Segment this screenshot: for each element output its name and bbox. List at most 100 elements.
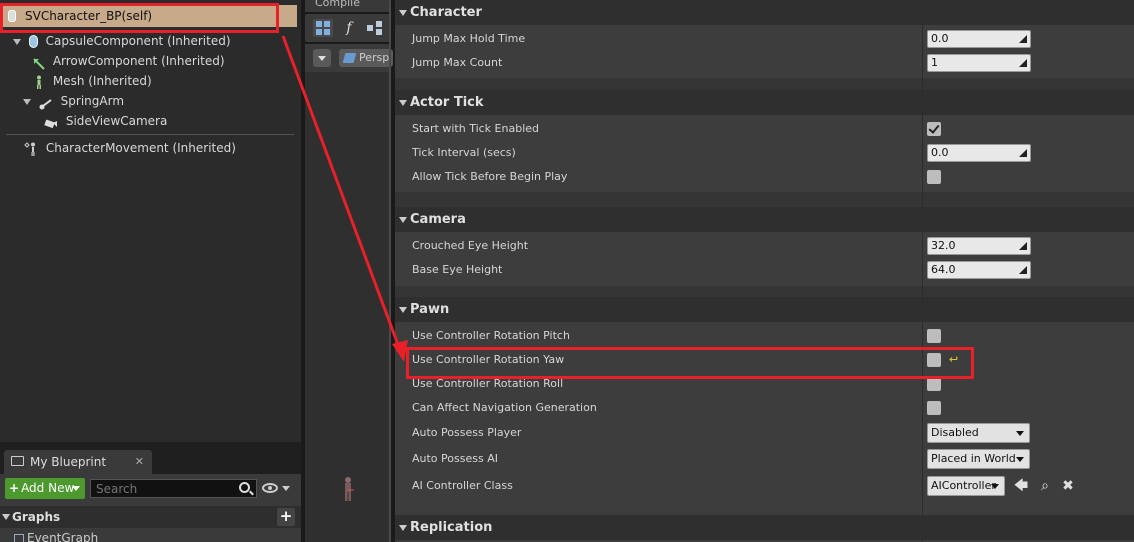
category-actor-tick-label: Actor Tick xyxy=(410,95,484,110)
dropdown-value: Placed in World xyxy=(931,452,1016,465)
viewport[interactable]: Persp xyxy=(305,44,393,542)
category-gap xyxy=(395,192,1134,207)
expand-arrow-icon[interactable] xyxy=(399,100,407,106)
components-icon[interactable] xyxy=(365,19,385,37)
add-new-button[interactable]: + Add New xyxy=(5,478,85,499)
compile-button[interactable]: Compile xyxy=(305,0,391,12)
drag-handle-icon[interactable] xyxy=(1019,59,1027,67)
category-replication[interactable]: Replication xyxy=(395,515,1134,540)
jump-max-hold-time-field[interactable]: 0.0 xyxy=(927,30,1031,48)
category-replication-label: Replication xyxy=(410,520,493,535)
tree-item-mesh-label: Mesh (Inherited) xyxy=(52,74,152,88)
drag-handle-icon[interactable] xyxy=(1019,35,1027,43)
chevron-down-icon xyxy=(1016,431,1024,436)
dropdown-value: AIController xyxy=(931,479,996,492)
expand-arrow-icon[interactable] xyxy=(13,38,21,45)
use-selected-icon[interactable]: 🡄 xyxy=(1013,478,1029,494)
prop-ai-controller-class: AI Controller Class AIController 🡄 ⌕ ✖ xyxy=(395,472,1134,500)
drag-handle-icon[interactable] xyxy=(1019,266,1027,274)
eye-icon[interactable] xyxy=(262,483,278,493)
tree-item-arrow-label: ArrowComponent (Inherited) xyxy=(52,54,225,68)
field-value: 0.0 xyxy=(931,146,949,159)
annotation-box-yaw xyxy=(406,347,974,379)
grid-icon[interactable] xyxy=(313,19,333,37)
plus-icon: + xyxy=(9,481,20,495)
category-character-label: Character xyxy=(410,5,482,20)
tree-item-capsule[interactable]: CapsuleComponent (Inherited) xyxy=(13,31,231,51)
expand-arrow-icon[interactable] xyxy=(399,217,407,223)
viewport-canvas[interactable] xyxy=(305,72,389,542)
actor-tick-body: Start with Tick Enabled Tick Interval (s… xyxy=(395,115,1134,192)
field-value: 0.0 xyxy=(931,32,949,45)
search-input[interactable] xyxy=(90,479,257,498)
chevron-down-icon xyxy=(72,486,80,491)
clear-icon[interactable]: ✖ xyxy=(1060,478,1076,494)
prop-label: Can Affect Navigation Generation xyxy=(412,401,597,414)
rotation-pitch-checkbox[interactable] xyxy=(927,329,941,343)
category-actor-tick[interactable]: Actor Tick xyxy=(395,90,1134,115)
tree-item-springarm[interactable]: SpringArm xyxy=(23,91,124,111)
arrow-component-icon xyxy=(33,56,45,70)
tick-interval-field[interactable]: 0.0 xyxy=(927,144,1031,162)
search-icon[interactable] xyxy=(239,482,250,493)
drag-handle-icon[interactable] xyxy=(1019,149,1027,157)
capsule-icon xyxy=(28,35,38,48)
close-icon[interactable]: ✕ xyxy=(135,450,144,474)
chevron-down-icon xyxy=(991,484,999,489)
allow-tick-checkbox[interactable] xyxy=(927,170,941,184)
start-with-tick-checkbox[interactable] xyxy=(927,122,941,136)
viewport-toolbar: Persp xyxy=(305,44,393,72)
tree-item-camera[interactable]: SideViewCamera xyxy=(43,111,167,131)
cube-icon xyxy=(342,53,357,63)
chevron-down-icon[interactable] xyxy=(282,486,290,491)
jump-max-count-field[interactable]: 1 xyxy=(927,54,1031,72)
rotation-roll-checkbox[interactable] xyxy=(927,377,941,391)
character-body: Jump Max Hold Time 0.0 Jump Max Count 1 xyxy=(395,25,1134,78)
ai-controller-class-dropdown[interactable]: AIController xyxy=(927,476,1005,496)
expand-arrow-icon[interactable] xyxy=(399,307,407,313)
annotation-box-self xyxy=(0,3,279,33)
function-icon[interactable]: f xyxy=(339,19,359,37)
expand-arrow-icon[interactable] xyxy=(399,525,407,531)
category-camera[interactable]: Camera xyxy=(395,207,1134,232)
auto-possess-player-dropdown[interactable]: Disabled xyxy=(927,423,1030,443)
spring-arm-icon xyxy=(39,96,53,109)
tree-item-movement-label: CharacterMovement (Inherited) xyxy=(45,141,236,155)
category-pawn-label: Pawn xyxy=(410,302,450,317)
tree-item-mesh[interactable]: Mesh (Inherited) xyxy=(33,71,152,91)
field-value: 64.0 xyxy=(931,263,956,276)
category-character[interactable]: Character xyxy=(395,0,1134,25)
viewport-options-dropdown[interactable] xyxy=(313,49,331,67)
browse-icon[interactable]: ⌕ xyxy=(1037,478,1053,494)
expand-arrow-icon[interactable] xyxy=(2,514,10,520)
affect-navigation-checkbox[interactable] xyxy=(927,401,941,415)
prop-label: Crouched Eye Height xyxy=(412,239,529,252)
prop-auto-possess-ai: Auto Possess AI Placed in World xyxy=(395,446,1134,472)
category-pawn[interactable]: Pawn xyxy=(395,297,1134,322)
expand-arrow-icon[interactable] xyxy=(399,10,407,16)
base-eye-height-field[interactable]: 64.0 xyxy=(927,261,1031,279)
auto-possess-ai-dropdown[interactable]: Placed in World xyxy=(927,449,1030,469)
expand-arrow-icon[interactable] xyxy=(23,98,31,105)
graphs-section-header[interactable]: Graphs + xyxy=(0,506,301,528)
column-separator[interactable] xyxy=(922,0,923,542)
prop-label: Auto Possess Player xyxy=(412,426,522,439)
drag-handle-icon[interactable] xyxy=(1019,242,1027,250)
panel-splitter[interactable] xyxy=(389,0,391,542)
list-item-eventgraph[interactable]: EventGraph xyxy=(14,530,98,542)
add-graph-button[interactable]: + xyxy=(277,508,295,526)
tree-item-arrow[interactable]: ArrowComponent (Inherited) xyxy=(33,51,225,71)
prop-base-eye-height: Base Eye Height 64.0 xyxy=(395,258,1134,282)
my-blueprint-panel: My Blueprint ✕ +Add New Graphs + EventGr… xyxy=(0,442,301,542)
crouched-eye-height-field[interactable]: 32.0 xyxy=(927,237,1031,255)
prop-label: AI Controller Class xyxy=(412,479,513,492)
book-icon xyxy=(11,456,24,466)
prop-label: Allow Tick Before Begin Play xyxy=(412,170,568,183)
field-value: 32.0 xyxy=(931,239,956,252)
perspective-button[interactable]: Persp xyxy=(339,49,393,67)
eventgraph-label: EventGraph xyxy=(27,531,99,542)
tree-item-movement[interactable]: CharacterMovement (Inherited) xyxy=(22,138,236,158)
tab-my-blueprint[interactable]: My Blueprint ✕ xyxy=(4,450,152,474)
prop-label: Jump Max Count xyxy=(412,56,503,69)
dropdown-value: Disabled xyxy=(931,426,979,439)
